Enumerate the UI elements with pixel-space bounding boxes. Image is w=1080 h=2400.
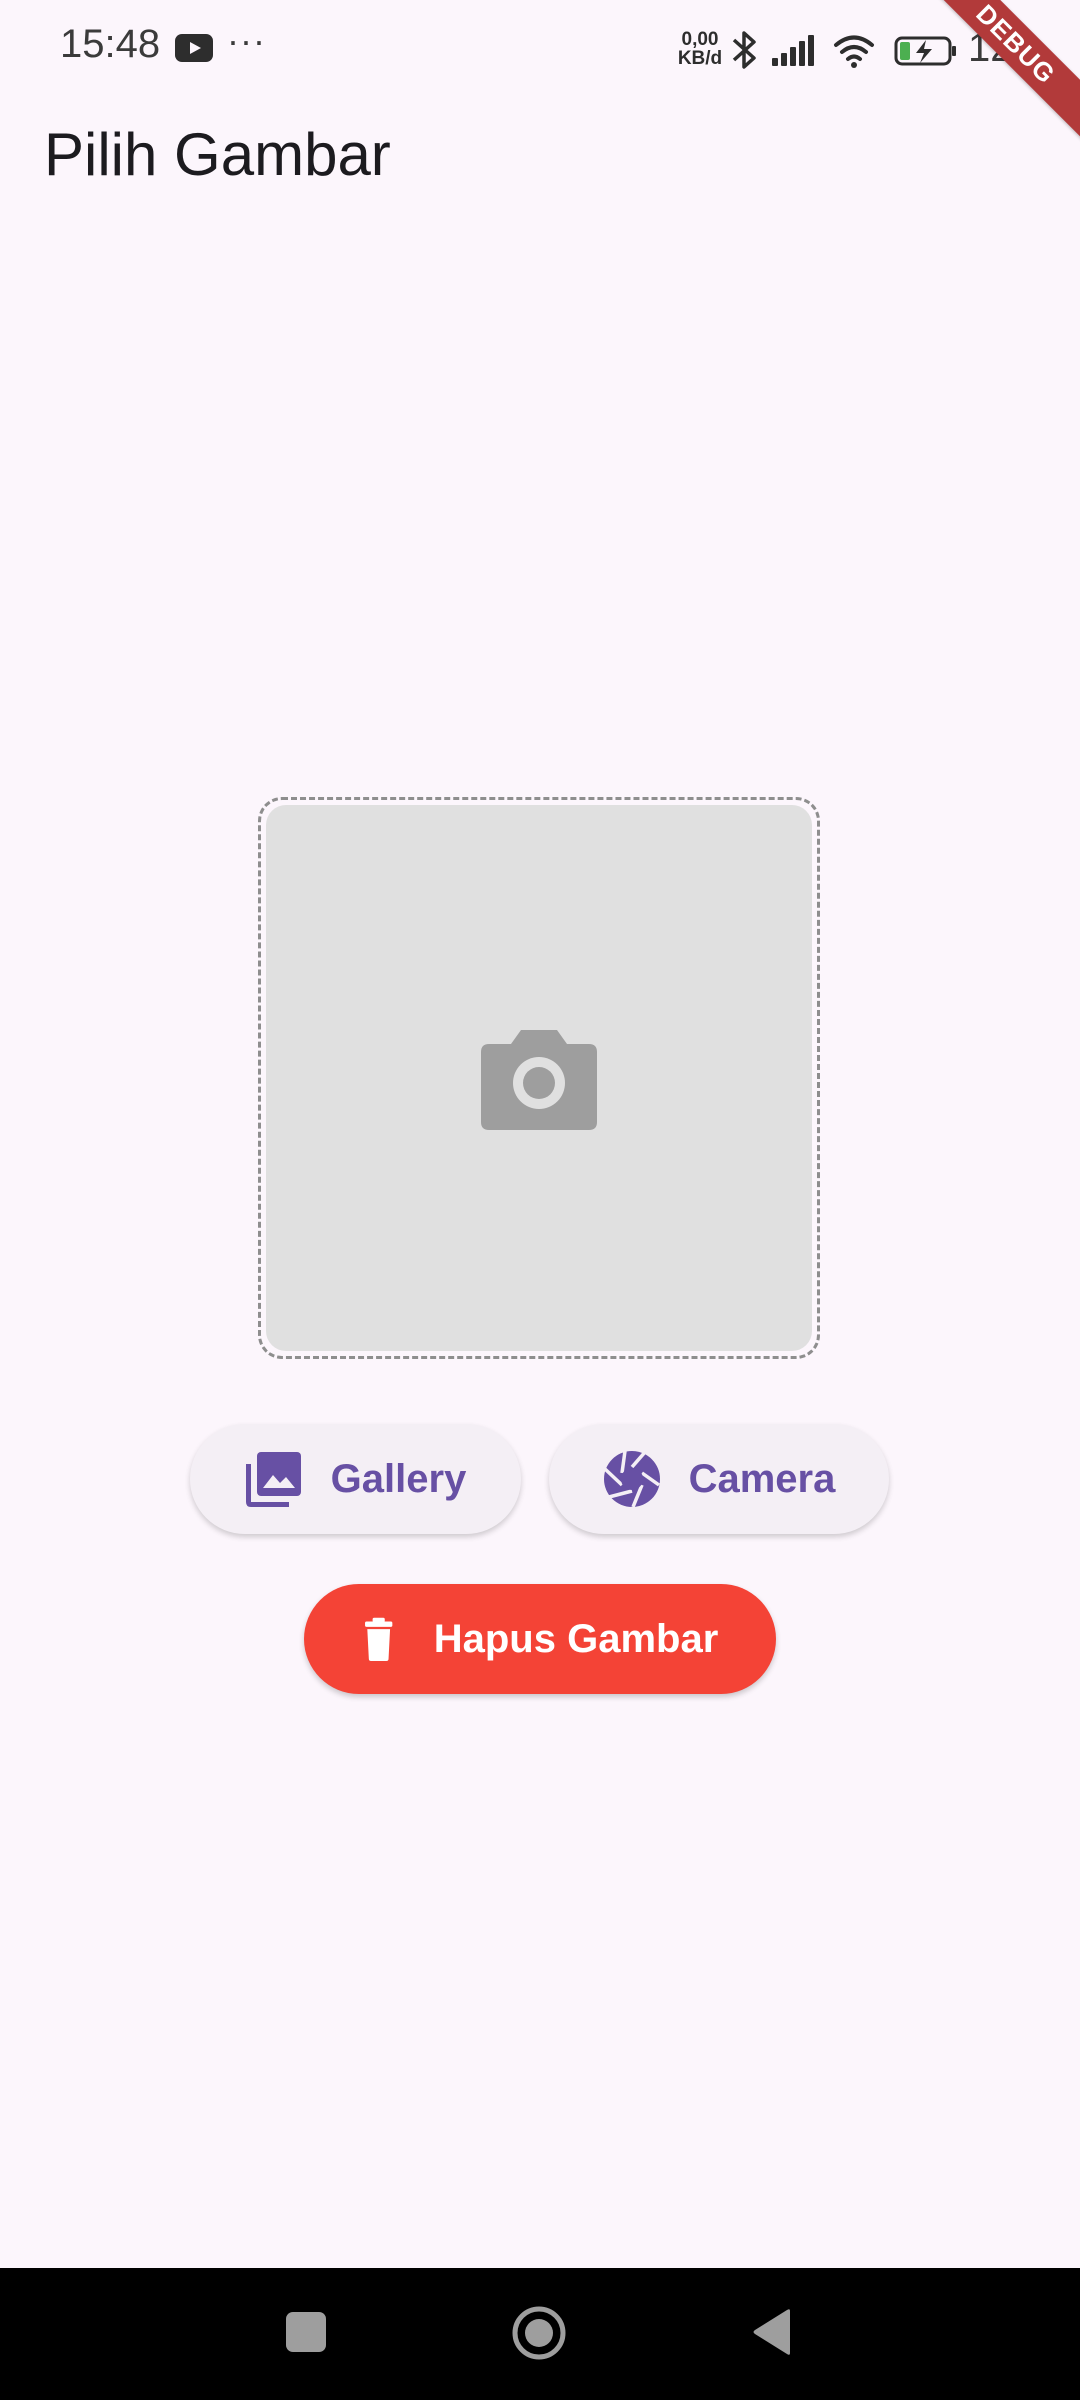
photo-library-icon [245, 1452, 301, 1507]
network-speed-value: 0,00 [681, 29, 719, 50]
network-speed-unit: KB/d [677, 48, 723, 69]
status-bar: 15:48 ··· 0,00 KB/d 12 [0, 0, 1080, 96]
battery-icon [894, 36, 956, 66]
recents-icon[interactable] [286, 2312, 326, 2352]
system-navigation-bar [0, 2268, 1080, 2400]
page-title: Pilih Gambar [44, 121, 391, 188]
signal-icon [772, 35, 814, 66]
app-bar: Pilih Gambar [0, 96, 1080, 216]
network-speed: 0,00 KB/d [673, 30, 727, 68]
camera-button[interactable]: Camera [549, 1424, 889, 1534]
wifi-icon [834, 35, 874, 61]
delete-image-button[interactable]: Hapus Gambar [304, 1584, 776, 1694]
trash-icon [364, 1617, 393, 1661]
more-notifications-icon: ··· [227, 20, 266, 61]
image-preview [266, 805, 812, 1351]
camera-shutter-icon [603, 1450, 660, 1508]
back-icon[interactable] [752, 2308, 792, 2356]
gallery-button-label: Gallery [330, 1456, 467, 1501]
image-preview-frame[interactable] [258, 797, 820, 1359]
home-icon[interactable] [512, 2306, 566, 2360]
youtube-notification-icon [175, 34, 213, 62]
bluetooth-icon [732, 31, 756, 69]
delete-image-button-label: Hapus Gambar [433, 1616, 719, 1661]
status-icons [732, 31, 956, 69]
status-time: 15:48 [60, 22, 161, 66]
gallery-button[interactable]: Gallery [190, 1424, 521, 1534]
camera-icon [481, 1030, 597, 1130]
camera-button-label: Camera [688, 1456, 836, 1501]
